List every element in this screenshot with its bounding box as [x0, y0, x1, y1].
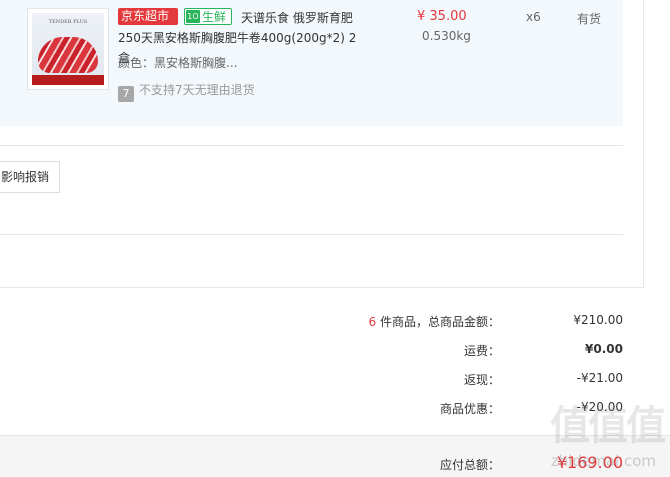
fresh-tag: 1O 生鲜	[184, 8, 232, 25]
jd-supermarket-tag: 京东超市	[118, 8, 178, 25]
product-color-attr: 颜色：黑安格斯胸腹...	[118, 56, 238, 70]
divider	[0, 234, 623, 235]
shipping-value: ¥0.00	[585, 342, 623, 356]
watermark-url: zhidemai.com	[550, 452, 656, 470]
no-return-icon: 7	[118, 86, 134, 102]
product-package-image: TENDER PLUS	[32, 13, 104, 85]
fresh-tag-label: 生鲜	[202, 10, 227, 24]
goods-total-label-text: 件商品，总商品金额：	[376, 315, 500, 329]
beef-roll-image	[38, 37, 98, 73]
fresh-logo-icon: 1O	[186, 10, 200, 23]
goods-total-value: ¥210.00	[573, 313, 623, 327]
payable-label: 应付总额：	[439, 458, 500, 472]
cashback-label: 返现：	[463, 373, 500, 387]
item-quantity: x6	[526, 10, 541, 24]
divider	[0, 145, 623, 146]
order-item-row: TENDER PLUS 天谱乐食 俄罗斯育肥250天黑安格斯胸腹肥牛卷400g(…	[0, 0, 623, 126]
summary-goods-row: 6 件商品，总商品金额： ¥210.00	[0, 313, 670, 333]
watermark-logo: 值值值	[550, 403, 666, 449]
order-card: TENDER PLUS 天谱乐食 俄罗斯育肥250天黑安格斯胸腹肥牛卷400g(…	[0, 0, 644, 288]
item-weight: 0.530kg	[422, 29, 471, 43]
summary-shipping-row: 运费： ¥0.00	[0, 342, 670, 362]
shipping-label: 运费：	[463, 344, 500, 358]
no-return-notice: 7 不支持7天无理由退货	[118, 81, 255, 102]
cashback-value: -¥21.00	[576, 371, 623, 385]
discount-label: 商品优惠：	[439, 402, 500, 416]
unit-price: ¥ 35.00	[417, 9, 467, 24]
product-thumbnail[interactable]: TENDER PLUS	[27, 8, 109, 90]
goods-total-label: 6 件商品，总商品金额：	[369, 313, 500, 330]
no-return-text: 不支持7天无理由退货	[139, 83, 255, 97]
stock-status: 有货	[577, 12, 602, 26]
invoice-button[interactable]: 影响报销	[0, 161, 60, 193]
summary-cashback-row: 返现： -¥21.00	[0, 371, 670, 391]
package-band	[32, 75, 104, 85]
thumb-brand-text: TENDER PLUS	[48, 19, 88, 25]
